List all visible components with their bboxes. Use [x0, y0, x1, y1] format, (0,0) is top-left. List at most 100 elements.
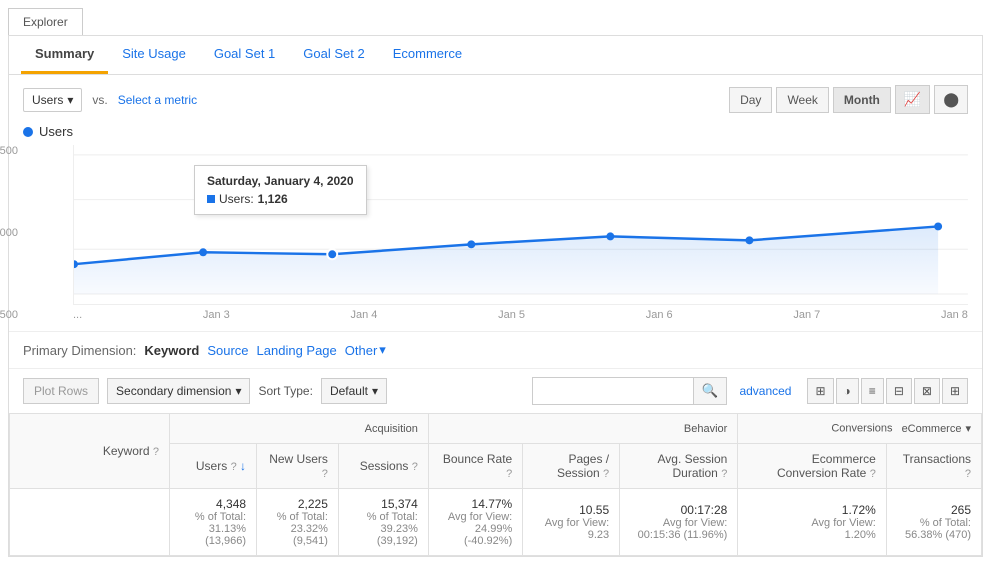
- chart-toolbar: Users ▾ vs. Select a metric Day Week Mon…: [9, 75, 982, 124]
- totals-row: 4,348 % of Total: 31.13% (13,966) 2,225 …: [10, 489, 982, 556]
- tooltip-metric-value: 1,126: [258, 192, 288, 206]
- primary-dimension: Primary Dimension: Keyword Source Landin…: [9, 331, 982, 368]
- pivot-view-button[interactable]: ⊟: [886, 378, 912, 404]
- tooltip-dot: [207, 195, 215, 203]
- x-label-2: Jan 4: [351, 309, 378, 321]
- chart-area: Users 1,500 1,000 500 Saturday, January …: [9, 124, 982, 331]
- users-help-icon[interactable]: ?: [231, 461, 237, 473]
- totals-transactions-sub: 56.38% (470): [897, 529, 971, 541]
- pages-session-col-header: Pages / Session ?: [523, 444, 620, 489]
- pages-session-help-icon[interactable]: ?: [603, 468, 609, 480]
- tooltip-metric: Users: 1,126: [207, 192, 354, 206]
- explorer-tab[interactable]: Explorer: [8, 8, 83, 35]
- compare-view-button[interactable]: ⊠: [914, 378, 940, 404]
- pie-view-button[interactable]: ◑: [836, 378, 859, 404]
- chevron-down-icon: ▾: [67, 93, 73, 107]
- totals-users-value: 4,348: [180, 497, 246, 511]
- bounce-rate-col-header: Bounce Rate ?: [428, 444, 522, 489]
- tooltip-date: Saturday, January 4, 2020: [207, 174, 354, 188]
- totals-pages-avg: Avg for View:: [533, 517, 609, 529]
- grid-view-button[interactable]: ⊞: [807, 378, 833, 404]
- users-col-header: Users ? ↓: [170, 444, 257, 489]
- search-box: 🔍: [532, 377, 728, 405]
- sort-default-label: Default: [330, 384, 368, 398]
- ecommerce-chevron-icon[interactable]: ▾: [965, 422, 971, 435]
- totals-pages-sub: 9.23: [533, 529, 609, 541]
- bounce-rate-help-icon[interactable]: ?: [506, 468, 512, 480]
- week-button[interactable]: Week: [776, 87, 828, 113]
- totals-new-users-value: 2,225: [267, 497, 328, 511]
- acquisition-header: Acquisition: [170, 414, 429, 444]
- totals-bounce-avg: Avg for View:: [439, 511, 512, 523]
- totals-ecommerce-value: 1.72%: [748, 503, 875, 517]
- vs-label: vs.: [92, 93, 107, 107]
- avg-session-help-icon[interactable]: ?: [721, 468, 727, 480]
- y-1000: 1,000: [0, 227, 18, 239]
- totals-avg-session-sub: 00:15:36 (11.96%): [630, 529, 727, 541]
- x-label-4: Jan 6: [646, 309, 673, 321]
- secondary-dim-label: Secondary dimension: [116, 384, 231, 398]
- keyword-dim[interactable]: Keyword: [144, 343, 199, 358]
- totals-users-sub: 31.13% (13,966): [180, 523, 246, 547]
- chevron-down-icon: ▾: [372, 384, 378, 398]
- tab-goal-set-2[interactable]: Goal Set 2: [289, 36, 378, 74]
- bar-view-button[interactable]: ≡: [861, 378, 884, 404]
- totals-transactions-pct: % of Total:: [897, 517, 971, 529]
- y-1500: 1,500: [0, 145, 18, 157]
- chart-toolbar-right: Day Week Month 📈 ⬤: [729, 85, 968, 114]
- other-dim-label: Other: [345, 343, 378, 358]
- sort-select[interactable]: Default ▾: [321, 378, 387, 404]
- ecommerce-conv-help-icon[interactable]: ?: [870, 468, 876, 480]
- line-chart-icon[interactable]: 📈: [895, 85, 930, 114]
- keyword-help-icon[interactable]: ?: [153, 446, 159, 458]
- secondary-dimension-select[interactable]: Secondary dimension ▾: [107, 378, 250, 404]
- sort-type-label: Sort Type:: [258, 384, 312, 398]
- behavior-header: Behavior: [428, 414, 737, 444]
- x-label-6: Jan 8: [941, 309, 968, 321]
- tab-ecommerce[interactable]: Ecommerce: [379, 36, 476, 74]
- totals-users-cell: 4,348 % of Total: 31.13% (13,966): [170, 489, 257, 556]
- new-users-col-header: New Users ?: [257, 444, 339, 489]
- x-label-1: Jan 3: [203, 309, 230, 321]
- select-metric-link[interactable]: Select a metric: [118, 93, 197, 107]
- other-dim[interactable]: Other ▾: [345, 342, 386, 358]
- advanced-link[interactable]: advanced: [739, 384, 791, 398]
- tab-goal-set-1[interactable]: Goal Set 1: [200, 36, 289, 74]
- new-users-help-icon[interactable]: ?: [322, 468, 328, 480]
- search-button[interactable]: 🔍: [693, 378, 727, 404]
- pie-chart-icon[interactable]: ⬤: [934, 85, 968, 114]
- totals-avg-session-avg: Avg for View:: [630, 517, 727, 529]
- x-axis: ... Jan 3 Jan 4 Jan 5 Jan 6 Jan 7 Jan 8: [73, 305, 968, 321]
- more-view-button[interactable]: ⊞: [942, 378, 968, 404]
- totals-ecommerce-cell: 1.72% Avg for View: 1.20%: [738, 489, 886, 556]
- x-label-0: ...: [73, 309, 82, 321]
- day-button[interactable]: Day: [729, 87, 772, 113]
- keyword-header: Keyword ?: [10, 414, 170, 489]
- search-input[interactable]: [533, 379, 693, 403]
- totals-bounce-rate-cell: 14.77% Avg for View: 24.99% (-40.92%): [428, 489, 522, 556]
- plot-rows-button[interactable]: Plot Rows: [23, 378, 99, 404]
- chart-wrapper: Saturday, January 4, 2020 Users: 1,126: [73, 145, 968, 305]
- x-label-3: Jan 5: [498, 309, 525, 321]
- landing-page-dim[interactable]: Landing Page: [257, 343, 337, 358]
- x-label-5: Jan 7: [793, 309, 820, 321]
- totals-ecommerce-avg: Avg for View:: [748, 517, 875, 529]
- metric-select[interactable]: Users ▾: [23, 88, 82, 112]
- sessions-help-icon[interactable]: ?: [412, 461, 418, 473]
- chart-legend: Users: [23, 124, 968, 139]
- transactions-help-icon[interactable]: ?: [965, 468, 971, 480]
- totals-pages-value: 10.55: [533, 503, 609, 517]
- totals-transactions-value: 265: [897, 503, 971, 517]
- totals-ecommerce-sub: 1.20%: [748, 529, 875, 541]
- tab-site-usage[interactable]: Site Usage: [108, 36, 200, 74]
- totals-keyword-cell: [10, 489, 170, 556]
- y-500: 500: [0, 309, 18, 321]
- data-table-container: Keyword ? Acquisition Behavior Conversio…: [9, 413, 982, 556]
- month-button[interactable]: Month: [833, 87, 891, 113]
- tab-summary[interactable]: Summary: [21, 36, 108, 74]
- avg-session-col-header: Avg. Session Duration ?: [620, 444, 738, 489]
- y-axis: 1,500 1,000 500: [0, 145, 18, 321]
- source-dim[interactable]: Source: [207, 343, 248, 358]
- chart-tooltip: Saturday, January 4, 2020 Users: 1,126: [194, 165, 367, 215]
- totals-transactions-cell: 265 % of Total: 56.38% (470): [886, 489, 981, 556]
